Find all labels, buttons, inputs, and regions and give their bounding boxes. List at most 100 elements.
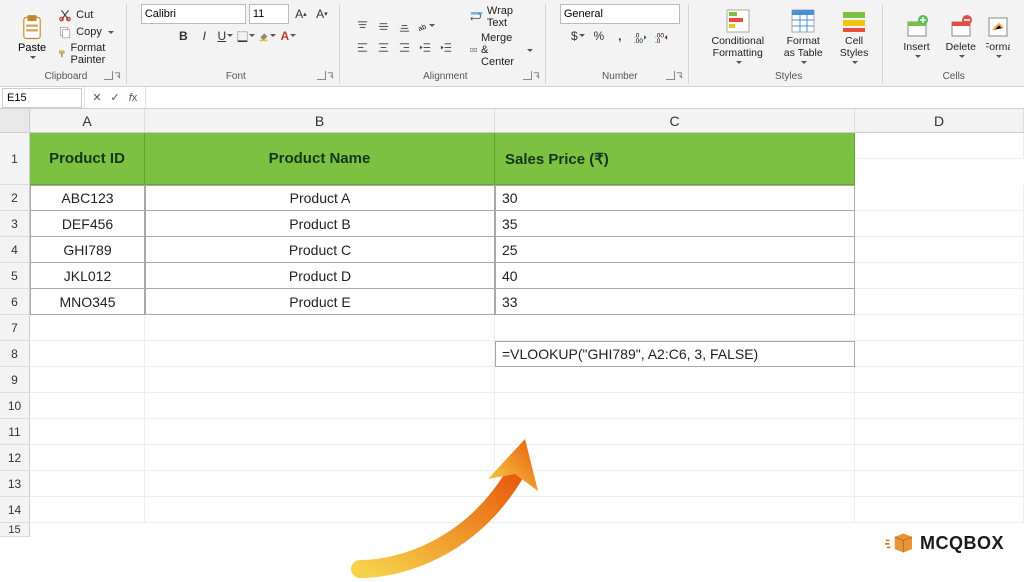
font-name-select[interactable] <box>141 4 246 24</box>
row-header[interactable]: 10 <box>0 393 30 419</box>
clipboard-launcher[interactable] <box>104 71 122 82</box>
cell[interactable] <box>145 367 495 393</box>
align-bottom-button[interactable] <box>396 17 414 35</box>
cell-a4[interactable]: GHI789 <box>30 237 145 263</box>
cell-d8[interactable] <box>855 341 1024 367</box>
format-as-table-button[interactable]: Format as Table <box>777 6 830 67</box>
row-header[interactable]: 12 <box>0 445 30 471</box>
decrease-indent-button[interactable] <box>417 38 435 56</box>
cell-a2[interactable]: ABC123 <box>30 185 145 211</box>
cell[interactable] <box>495 393 855 419</box>
cell[interactable] <box>145 497 495 523</box>
name-box[interactable] <box>2 88 82 108</box>
align-left-button[interactable] <box>354 38 372 56</box>
cell[interactable] <box>30 419 145 445</box>
cell-a7[interactable] <box>30 315 145 341</box>
format-painter-button[interactable]: Format Painter <box>54 41 118 67</box>
orientation-button[interactable]: ab <box>417 17 435 35</box>
cell-a5[interactable]: JKL012 <box>30 263 145 289</box>
number-launcher[interactable] <box>666 71 684 82</box>
paste-button[interactable]: Paste <box>14 12 50 62</box>
cancel-formula-icon[interactable]: ✕ <box>89 91 105 104</box>
row-header[interactable]: 3 <box>0 211 30 237</box>
row-header[interactable]: 7 <box>0 315 30 341</box>
alignment-launcher[interactable] <box>523 71 541 82</box>
align-middle-button[interactable] <box>375 17 393 35</box>
column-header-b[interactable]: B <box>145 109 495 133</box>
cell-c1[interactable]: Sales Price (₹) <box>495 133 855 185</box>
cell[interactable] <box>855 367 1024 393</box>
row-header[interactable]: 2 <box>0 185 30 211</box>
row-header[interactable]: 8 <box>0 341 30 367</box>
format-cells-button[interactable]: Forma <box>986 12 1010 62</box>
conditional-formatting-button[interactable]: Conditional Formatting <box>703 6 773 67</box>
decrease-font-button[interactable]: A▾ <box>313 5 331 23</box>
formula-input[interactable] <box>145 87 1024 108</box>
cell-c4[interactable]: 25 <box>495 237 855 263</box>
cell[interactable] <box>145 445 495 471</box>
row-header[interactable]: 6 <box>0 289 30 315</box>
increase-indent-button[interactable] <box>438 38 456 56</box>
cell-b8[interactable] <box>145 341 495 367</box>
cell-a6[interactable]: MNO345 <box>30 289 145 315</box>
cell-c3[interactable]: 35 <box>495 211 855 237</box>
fill-color-button[interactable] <box>258 27 276 45</box>
cell-b5[interactable]: Product D <box>145 263 495 289</box>
cell-d1[interactable] <box>855 133 1024 159</box>
cell-d5[interactable] <box>855 263 1024 289</box>
cell[interactable] <box>855 393 1024 419</box>
cell-b1[interactable]: Product Name <box>145 133 495 185</box>
underline-button[interactable]: U <box>216 27 234 45</box>
bold-button[interactable]: B <box>174 27 192 45</box>
cell-d3[interactable] <box>855 211 1024 237</box>
cell-c7[interactable] <box>495 315 855 341</box>
cell[interactable] <box>145 393 495 419</box>
merge-center-button[interactable]: Merge & Center <box>466 31 537 69</box>
delete-cells-button[interactable]: Delete <box>940 12 982 62</box>
row-header[interactable]: 15 <box>0 523 30 537</box>
cell-d2[interactable] <box>855 185 1024 211</box>
row-header[interactable]: 4 <box>0 237 30 263</box>
cell-c6[interactable]: 33 <box>495 289 855 315</box>
cell-d6[interactable] <box>855 289 1024 315</box>
cell[interactable] <box>30 393 145 419</box>
cell[interactable] <box>495 497 855 523</box>
column-header-d[interactable]: D <box>855 109 1024 133</box>
row-header[interactable]: 9 <box>0 367 30 393</box>
cell-b6[interactable]: Product E <box>145 289 495 315</box>
cell[interactable] <box>30 367 145 393</box>
select-all-corner[interactable] <box>0 109 30 133</box>
cell-c8[interactable]: =VLOOKUP("GHI789", A2:C6, 3, FALSE) <box>495 341 855 367</box>
cell[interactable] <box>855 471 1024 497</box>
cell[interactable] <box>495 445 855 471</box>
borders-button[interactable] <box>237 27 255 45</box>
align-right-button[interactable] <box>396 38 414 56</box>
cell[interactable] <box>145 471 495 497</box>
cell-d7[interactable] <box>855 315 1024 341</box>
cell-b7[interactable] <box>145 315 495 341</box>
font-launcher[interactable] <box>317 71 335 82</box>
cell-a1[interactable]: Product ID <box>30 133 145 185</box>
font-size-select[interactable] <box>249 4 289 24</box>
cell[interactable] <box>30 471 145 497</box>
comma-format-button[interactable]: , <box>611 27 629 45</box>
align-top-button[interactable] <box>354 17 372 35</box>
percent-format-button[interactable]: % <box>590 27 608 45</box>
cell-styles-button[interactable]: Cell Styles <box>834 6 875 67</box>
cell-b3[interactable]: Product B <box>145 211 495 237</box>
wrap-text-button[interactable]: Wrap Text <box>466 4 537 30</box>
cell[interactable] <box>855 419 1024 445</box>
cell-b4[interactable]: Product C <box>145 237 495 263</box>
increase-font-button[interactable]: A▴ <box>292 5 310 23</box>
cell-c2[interactable]: 30 <box>495 185 855 211</box>
align-center-button[interactable] <box>375 38 393 56</box>
cell[interactable] <box>30 497 145 523</box>
cell-a3[interactable]: DEF456 <box>30 211 145 237</box>
cell[interactable] <box>855 497 1024 523</box>
row-header[interactable]: 14 <box>0 497 30 523</box>
fx-icon[interactable]: fx <box>125 92 141 104</box>
cell-d4[interactable] <box>855 237 1024 263</box>
font-color-button[interactable]: A <box>279 27 297 45</box>
cell-b2[interactable]: Product A <box>145 185 495 211</box>
cell-a8[interactable] <box>30 341 145 367</box>
